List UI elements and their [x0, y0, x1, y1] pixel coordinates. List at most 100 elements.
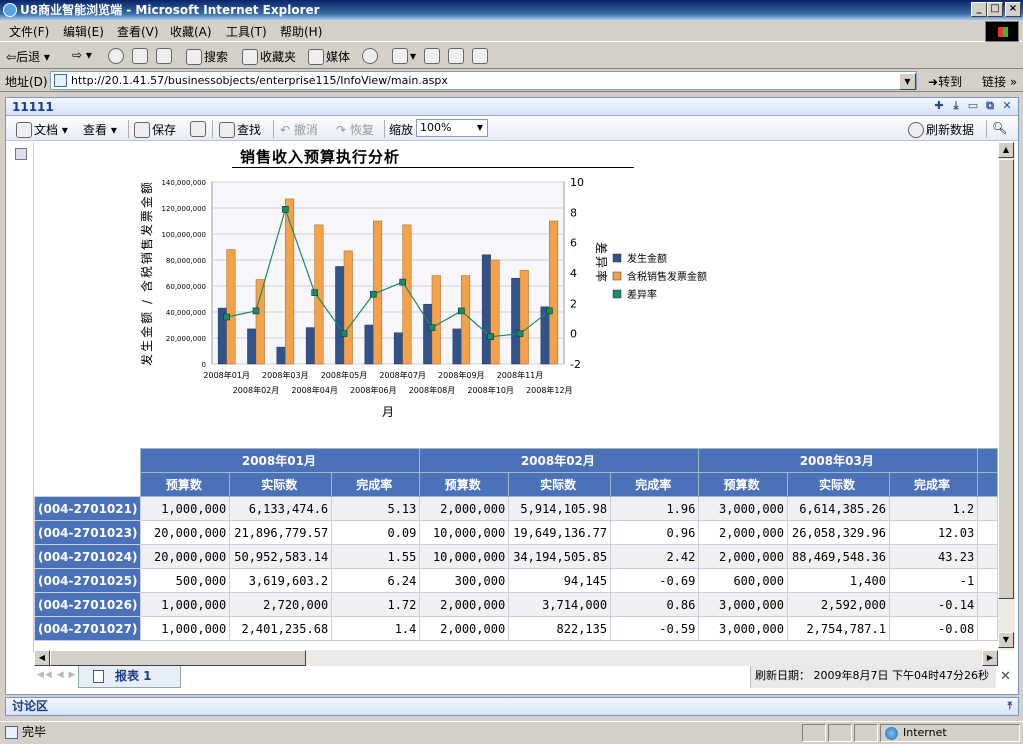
edit-button[interactable]	[448, 48, 466, 64]
refresh-button[interactable]	[132, 48, 150, 64]
discussion-bar[interactable]: 讨论区 ⤒	[5, 697, 1019, 716]
favorites-button[interactable]: 收藏夹	[242, 48, 296, 65]
add-icon[interactable]: ✚	[933, 100, 945, 112]
expand-up-icon[interactable]: ⤒	[1008, 698, 1012, 715]
media-icon	[308, 49, 324, 65]
bar-series-1	[364, 324, 374, 365]
bar-series-2	[343, 250, 353, 365]
zone-cell: Internet	[880, 724, 1020, 742]
save-button[interactable]: 保存	[134, 121, 176, 138]
stop-button[interactable]	[108, 48, 126, 64]
printer-icon	[190, 121, 206, 137]
scroll-up-icon[interactable]: ▲	[998, 142, 1014, 158]
separator	[384, 120, 385, 138]
table-row: (004-2701026) 1,000,000 2,720,000 1.72 2,000…	[34, 592, 998, 617]
y-tick-label: 80,000,000	[166, 257, 206, 265]
forward-button[interactable]: ⇨ ▾	[72, 48, 92, 62]
refresh-data-button[interactable]: 刷新数据	[908, 121, 974, 138]
redo-button[interactable]: ↷ 恢复	[336, 121, 374, 138]
table-cell: 19,649,136.77	[508, 520, 612, 545]
back-button[interactable]: ⇦后退 ▾	[6, 48, 50, 65]
table-cell: 3,000,000	[698, 616, 789, 641]
navigation-map-icon[interactable]	[15, 148, 27, 160]
menu-edit[interactable]: 编辑(E)	[63, 23, 104, 40]
table-cell: 0.96	[610, 520, 700, 545]
collapse-icon[interactable]: ⤓	[950, 100, 962, 112]
zoom-select[interactable]: 100% ▼	[416, 119, 488, 137]
page-tab[interactable]: 报表 1	[78, 666, 181, 688]
restore-icon[interactable]: ▭	[967, 100, 979, 112]
chevron-down-icon: ▼	[476, 123, 484, 132]
go-arrow-icon: ➜	[928, 75, 939, 89]
menu-favorites[interactable]: 收藏(A)	[170, 23, 212, 40]
view-menu[interactable]: 查看 ▾	[83, 121, 117, 138]
find-button[interactable]: 查找	[219, 121, 261, 138]
minimize-button[interactable]: _	[971, 2, 987, 17]
table-cell: 3,619,603.2	[229, 568, 333, 593]
table-cell: 10,000,000	[419, 544, 510, 569]
undo-button[interactable]: ↶ 撤消	[280, 121, 318, 138]
address-dropdown-button[interactable]: ▼	[899, 73, 916, 90]
links-button[interactable]: 链接 »	[982, 73, 1017, 90]
magnify-button[interactable]: 🔍︎	[992, 121, 1007, 135]
vertical-scrollbar[interactable]: ▲ ▼	[998, 142, 1015, 650]
bar-series-2	[402, 224, 412, 365]
y2-tick-label: 2	[570, 297, 577, 310]
address-input[interactable]: http://20.1.41.57/businessobjects/enterp…	[50, 71, 917, 90]
history-button[interactable]	[362, 48, 380, 64]
search-button[interactable]: 搜索	[186, 48, 228, 65]
report-panel: 11111 ✚ ⤓ ▭ ⧉ ✕ 文档 ▾ 查看 ▾ 保存 查找 ↶ 撤消 ↷ 恢…	[5, 97, 1019, 695]
media-button[interactable]: 媒体	[308, 48, 350, 65]
table-cell: 6,614,385.26	[787, 496, 890, 521]
table-cell: -0.59	[610, 616, 700, 641]
y2-tick-label: 10	[570, 176, 584, 189]
print-button[interactable]	[424, 48, 442, 64]
scroll-down-icon[interactable]: ▼	[998, 632, 1014, 648]
scroll-right-icon[interactable]: ▶	[982, 650, 998, 666]
document-menu[interactable]: 文档 ▾	[16, 121, 68, 138]
close-window-button[interactable]: ×	[1005, 2, 1021, 17]
table-sub-header-row: 预算数 实际数 完成率 预算数 实际数 完成率 预算数 实际数 完成率	[34, 472, 998, 497]
table-cell-overflow	[977, 568, 998, 593]
budget-chart: 0 20,000,000 40,000,000 60,000,000 80,000,00…	[139, 176, 707, 419]
table-cell: 1,000,000	[140, 496, 231, 521]
table-cell: 1,000,000	[140, 592, 231, 617]
home-button[interactable]	[156, 48, 174, 64]
table-cell: 2,000,000	[698, 544, 789, 569]
col-header-actual: 实际数	[787, 472, 890, 497]
table-cell: 10,000,000	[419, 520, 510, 545]
separator	[128, 120, 129, 138]
discuss-icon	[472, 48, 488, 64]
menu-view[interactable]: 查看(V)	[117, 23, 159, 40]
scroll-left-icon[interactable]: ◀	[34, 650, 50, 666]
rate-point	[428, 324, 436, 331]
close-panel-icon[interactable]: ✕	[1001, 100, 1013, 112]
bar-series-1	[452, 328, 462, 365]
ie-logo-icon	[3, 3, 17, 17]
col-header-rate: 完成率	[610, 472, 700, 497]
discuss-button[interactable]	[472, 48, 490, 64]
maximize-icon[interactable]: ⧉	[984, 100, 996, 112]
go-button[interactable]: ➜转到	[928, 73, 962, 90]
zoom-label: 缩放	[389, 123, 414, 137]
bar-series-1	[423, 303, 433, 365]
x-tick-label: 2008年10月	[467, 385, 514, 395]
horizontal-scrollbar[interactable]: ◀ ▶	[34, 650, 998, 666]
close-icon[interactable]: ✕	[1000, 669, 1011, 684]
x-tick-label: 2008年11月	[497, 370, 544, 380]
maximize-button[interactable]: □	[987, 2, 1003, 17]
edit-icon	[448, 48, 464, 64]
table-cell: 6.24	[331, 568, 421, 593]
y2-tick-label: 6	[570, 237, 577, 250]
horizontal-scroll-thumb[interactable]	[50, 650, 306, 666]
menu-help[interactable]: 帮助(H)	[280, 23, 322, 40]
y2-tick-label: 8	[570, 206, 577, 219]
table-cell: 94,145	[508, 568, 612, 593]
mail-button[interactable]: ▾	[392, 48, 416, 64]
y2-tick-label: 0	[570, 328, 577, 341]
menu-file[interactable]: 文件(F)	[9, 23, 49, 40]
col-header-budget: 预算数	[140, 472, 231, 497]
print-report-button[interactable]	[190, 121, 208, 137]
vertical-scroll-thumb[interactable]	[998, 159, 1014, 599]
menu-tools[interactable]: 工具(T)	[226, 23, 267, 40]
